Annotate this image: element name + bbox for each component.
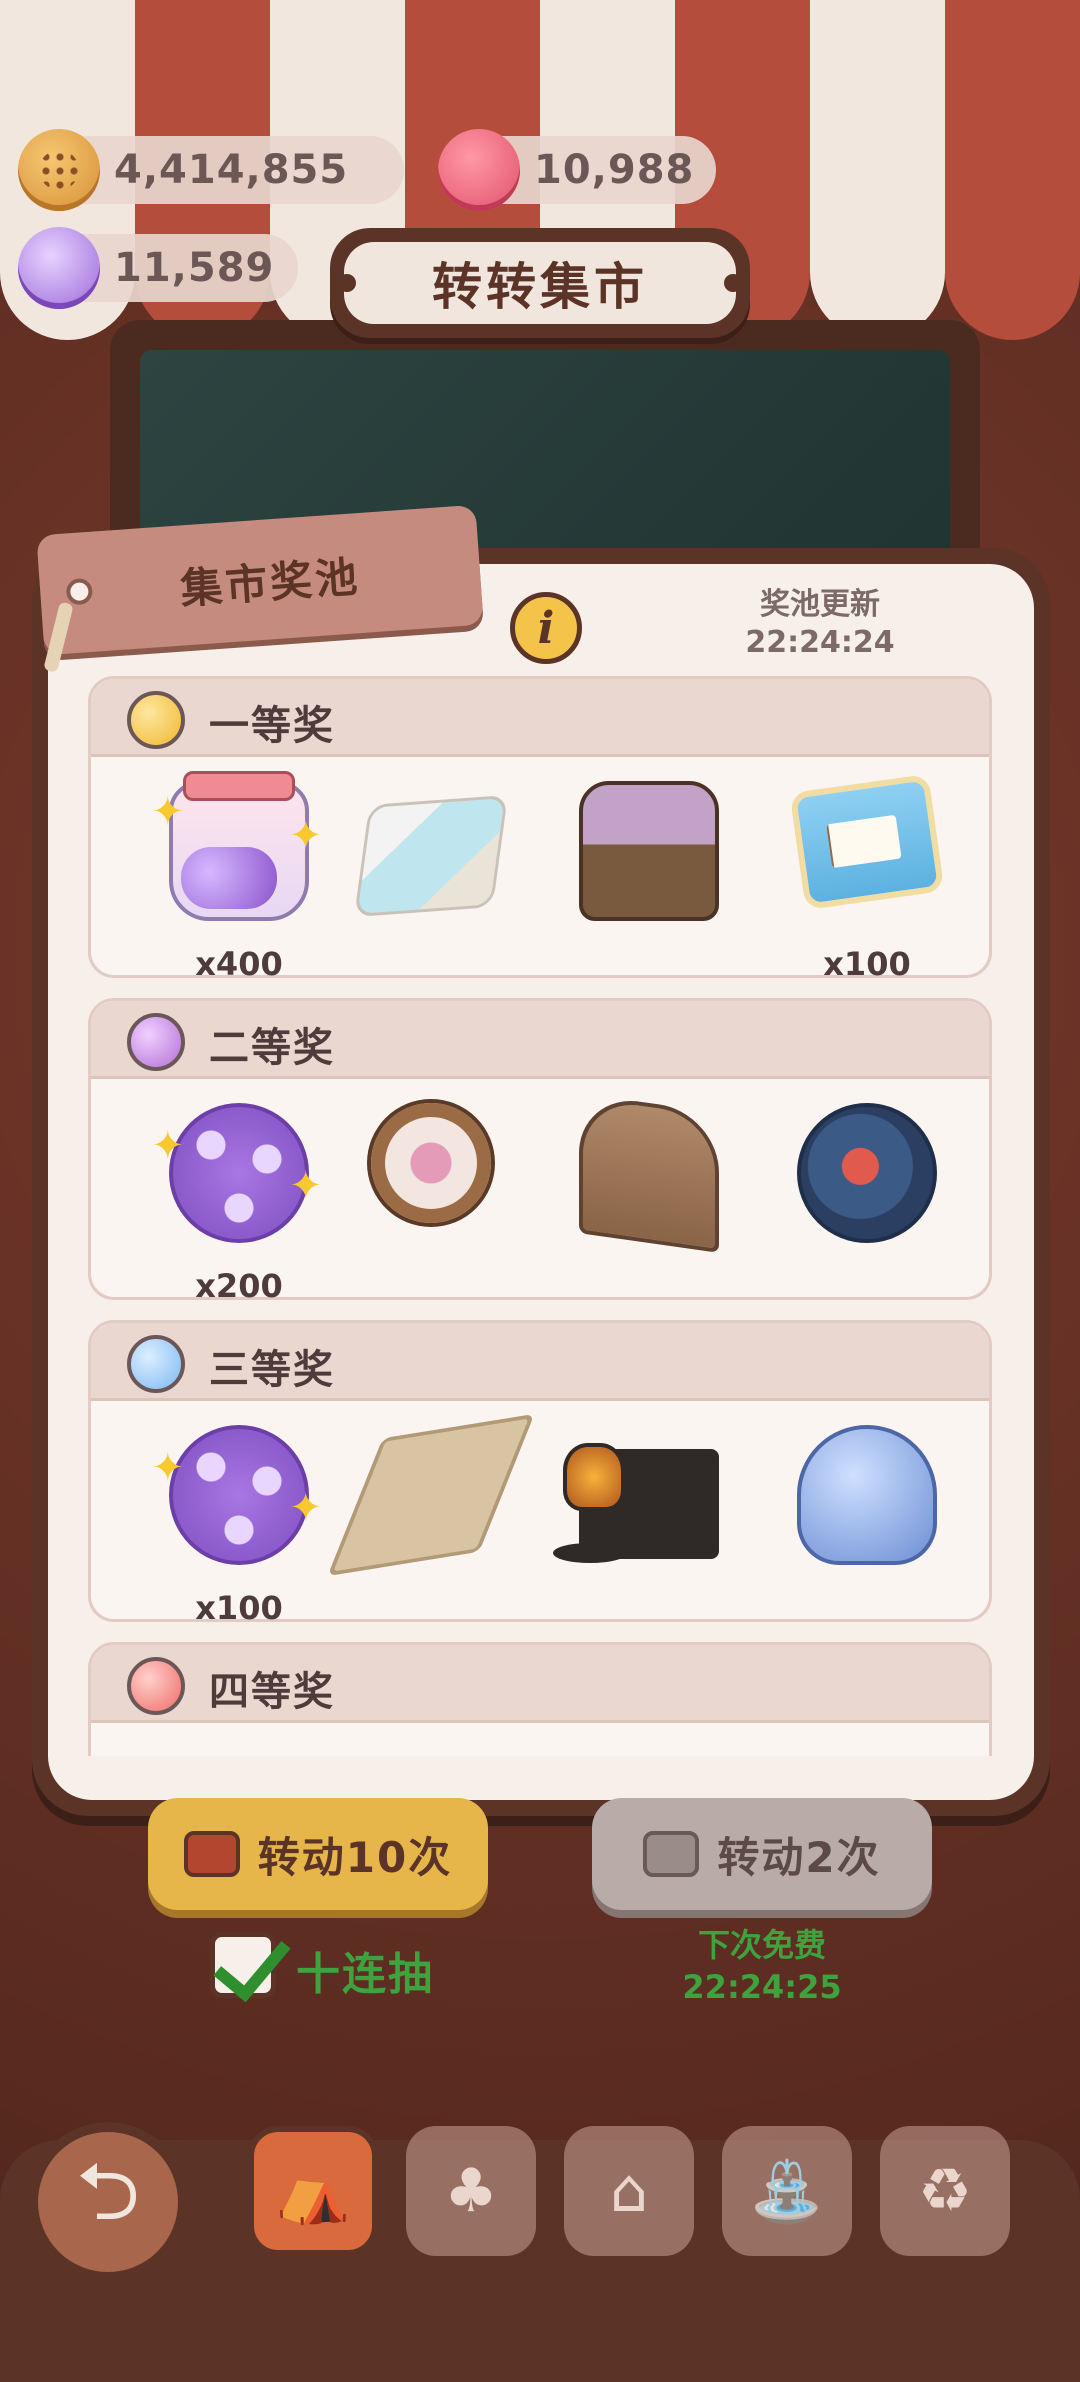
hot-spring-icon (354, 794, 508, 918)
round-rug-icon (797, 1103, 937, 1243)
nav-mushroom-house[interactable]: ⌂ (564, 2126, 694, 2256)
tier-third-prize: 三等奖 ✦ ✦ x100 (88, 1320, 992, 1627)
recipe-book-icon (789, 773, 945, 911)
prize-quantity: x400 (195, 945, 283, 983)
prize-item[interactable] (553, 1415, 739, 1595)
tier-name: 二等奖 (209, 1025, 335, 1071)
nav-fountain[interactable]: ⛲ (722, 2126, 852, 2256)
red-gem-icon (127, 1657, 185, 1715)
prize-item[interactable]: x100 (777, 771, 957, 983)
prize-tier-list[interactable]: 一等奖 ✦ ✦ x400 x100 二等奖 ✦ ✦ x200 三等奖 ✦ ✦ x… (88, 676, 992, 1756)
recycle-bin-icon: ♻ (918, 2156, 972, 2226)
spin-10-button[interactable]: 转动10次 (148, 1798, 488, 1910)
market-icon: ⛺ (275, 2156, 351, 2227)
market-title-banner: 转转集市 (330, 228, 750, 338)
prize-item[interactable] (559, 1093, 739, 1273)
blue-gem-icon (127, 1335, 185, 1393)
tier-name: 三等奖 (209, 1347, 335, 1393)
tier-name: 四等奖 (209, 1669, 335, 1715)
magic-candies-icon (169, 1103, 309, 1243)
prize-quantity: x200 (195, 1267, 283, 1305)
spin-10-label: 转动10次 (257, 1832, 453, 1882)
ticket-icon (183, 1831, 240, 1877)
prize-item[interactable]: ✦ ✦ x100 (149, 1415, 329, 1627)
ship-wheel-icon (371, 1103, 491, 1223)
back-button[interactable]: ⮌ (28, 2122, 188, 2282)
candy-icon (18, 227, 100, 309)
gummy-icon (438, 129, 520, 211)
magic-candies-icon (169, 1425, 309, 1565)
refresh-time: 22:24:24 (745, 625, 895, 660)
street-lamp-icon (553, 1443, 719, 1563)
tier-name: 一等奖 (209, 703, 335, 749)
spin-2-button[interactable]: 转动2次 (592, 1798, 932, 1910)
cookie-lounge-chair-icon (579, 781, 719, 921)
nav-market[interactable]: ⛺ (248, 2126, 378, 2256)
purple-gem-icon (127, 1013, 185, 1071)
bunny-shop-icon: ♣ (444, 2156, 498, 2226)
video-icon (643, 1831, 700, 1877)
info-button[interactable]: i (510, 592, 582, 664)
candy-currency: 11,589 (18, 227, 298, 309)
fountain-icon: ⛲ (749, 2156, 825, 2227)
prize-item[interactable] (341, 771, 521, 951)
prize-quantity: x100 (195, 1589, 283, 1627)
prize-item[interactable] (559, 771, 739, 951)
gold-gem-icon (127, 691, 185, 749)
free-next-label: 下次免费 (697, 1926, 826, 1964)
prize-item[interactable] (341, 1093, 521, 1273)
tier-fourth-prize: 四等奖 (88, 1642, 992, 1756)
cookie-icon (18, 129, 100, 211)
nav-bunny-shop[interactable]: ♣ (406, 2126, 536, 2256)
prize-pool-title: 集市奖池 (178, 552, 362, 614)
tier-first-prize: 一等奖 ✦ ✦ x400 x100 (88, 676, 992, 983)
prize-item[interactable]: ✦ ✦ x400 (149, 771, 329, 983)
cookie-currency: 4,414,855 (18, 129, 404, 211)
back-arrow-icon: ⮌ (75, 2145, 141, 2238)
page-title: 转转集市 (432, 258, 648, 316)
prize-quantity: x100 (823, 945, 911, 983)
jellyfish-icon (797, 1425, 937, 1565)
tier-second-prize: 二等奖 ✦ ✦ x200 (88, 998, 992, 1305)
mushroom-house-icon: ⌂ (609, 2156, 649, 2226)
ten-draw-label: 十连抽 (296, 1949, 434, 2000)
free-spin-timer: 下次免费 22:24:25 (632, 1924, 892, 2008)
prize-item[interactable] (777, 1093, 957, 1273)
spin-2-label: 转动2次 (717, 1832, 881, 1882)
prize-item[interactable]: ✦ ✦ x200 (149, 1093, 329, 1305)
gummy-currency: 10,988 (438, 129, 716, 211)
ten-draw-checkbox[interactable] (210, 1932, 276, 1998)
gummy-amount: 10,988 (534, 147, 695, 193)
nav-recycle-bin[interactable]: ♻ (880, 2126, 1010, 2256)
prize-item[interactable] (777, 1415, 957, 1595)
cookie-amount: 4,414,855 (114, 147, 349, 193)
floor-tile-icon (327, 1413, 535, 1577)
free-next-time: 22:24:25 (682, 1968, 842, 2006)
pool-refresh-timer: 奖池更新 22:24:24 (700, 586, 940, 662)
prize-item[interactable] (327, 1413, 535, 1595)
candy-amount: 11,589 (114, 245, 275, 291)
candy-jar-icon (169, 771, 309, 921)
refresh-label: 奖池更新 (760, 587, 880, 622)
wooden-bridge-icon (579, 1093, 719, 1253)
